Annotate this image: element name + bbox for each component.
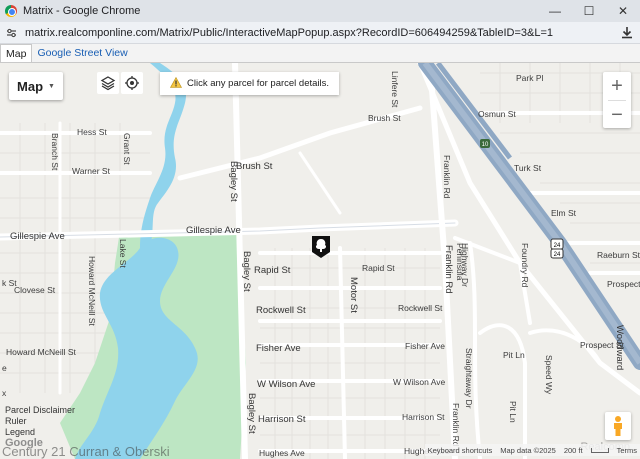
street-label: Grant St (122, 133, 132, 165)
map-type-dropdown[interactable]: Map ▼ (9, 72, 63, 100)
shield-10: 10 (482, 142, 489, 148)
street-label: Harrison St (258, 414, 306, 425)
street-label: e (2, 363, 7, 373)
street-label: Raeburn St (597, 250, 640, 260)
street-label: Gillespie Ave (10, 231, 65, 242)
address-bar: matrix.realcomponline.com/Matrix/Public/… (0, 22, 640, 44)
property-marker-icon[interactable] (311, 235, 331, 262)
locate-icon[interactable] (121, 72, 143, 94)
street-label: Branch St (50, 133, 60, 171)
street-label: Lake St (118, 239, 128, 268)
chrome-icon (5, 5, 17, 17)
site-info-icon[interactable] (5, 27, 17, 39)
map-attribution: Keyboard shortcuts Map data ©2025 200 ft… (424, 444, 640, 456)
maximize-button[interactable]: ☐ (572, 0, 606, 22)
shield-24-top: 24 (554, 243, 561, 249)
street-label: Bagley St (241, 251, 252, 292)
parcel-disclaimer-link[interactable]: Parcel Disclaimer (5, 405, 75, 416)
street-label: Bagley St (246, 393, 257, 434)
close-button[interactable]: ✕ (606, 0, 640, 22)
ruler-link[interactable]: Ruler (5, 416, 75, 427)
street-label: Motor St (348, 277, 359, 313)
street-label: Osmun St (478, 109, 516, 119)
street-label: Pit Ln (503, 350, 525, 360)
street-label: Foundry Rd (520, 243, 530, 288)
url-field[interactable]: matrix.realcomponline.com/Matrix/Public/… (25, 27, 553, 39)
street-label: Speed Wy (544, 355, 554, 395)
street-label: Woodward (614, 325, 625, 371)
map-canvas[interactable]: 10 24 24 Hess St Warner St Branch St Gra… (0, 63, 640, 459)
tab-street-view[interactable]: Google Street View (32, 44, 132, 62)
street-label: Rapid St (254, 265, 291, 276)
scale-label[interactable]: 200 ft (564, 446, 583, 455)
street-label: Gillespie Ave (186, 225, 241, 236)
street-label: Howard McNeill St (6, 347, 76, 357)
street-label: Clovese St (14, 285, 56, 295)
window-title: Matrix - Google Chrome (23, 5, 141, 17)
street-label: Harrison St (402, 412, 445, 422)
download-icon[interactable] (620, 26, 634, 40)
map-data-text: Map data ©2025 (500, 445, 556, 455)
map-type-label: Map (17, 78, 44, 94)
street-label: k St (2, 278, 17, 288)
title-bar: Matrix - Google Chrome — ☐ ✕ (0, 0, 640, 22)
street-label: Brush St (236, 161, 273, 172)
minimize-button[interactable]: — (538, 0, 572, 22)
tab-map[interactable]: Map (0, 44, 33, 62)
street-label: Fisher Ave (256, 343, 301, 354)
shield-24-bottom: 24 (554, 252, 561, 258)
zoom-out-button[interactable]: − (603, 101, 631, 129)
street-label: Hughes Ave (259, 448, 305, 458)
street-label: Warner St (72, 166, 110, 176)
street-label: Park Pl (516, 73, 544, 83)
street-label: Linfere St (390, 71, 400, 108)
street-label: Prospect (607, 279, 640, 289)
street-label: Rapid St (362, 263, 395, 273)
parcel-notice: Click any parcel for parcel details. (160, 72, 340, 95)
street-label: Rockwell St (398, 303, 443, 313)
street-label: Straightaway Dr (464, 348, 474, 409)
view-tabs: Map Google Street View (0, 44, 640, 63)
layers-icon[interactable] (97, 72, 119, 94)
street-label: W Wilson Ave (393, 377, 446, 387)
street-label: Hess St (77, 127, 107, 137)
street-label: Howard McNeill St (87, 256, 97, 326)
brokerage-watermark: Century 21 Curran & Oberski (2, 444, 170, 459)
street-label: Elm St (551, 208, 577, 218)
street-label: Franklin Rd (451, 403, 461, 447)
zoom-in-button[interactable]: + (603, 72, 631, 100)
warning-icon (169, 76, 183, 91)
street-label: Franklin Rd (442, 155, 452, 199)
window-controls: — ☐ ✕ (538, 0, 640, 22)
street-label: Fisher Ave (405, 341, 446, 351)
side-links: Parcel Disclaimer Ruler Legend (5, 405, 75, 438)
chevron-down-icon: ▼ (48, 82, 55, 90)
notice-text: Click any parcel for parcel details. (187, 78, 330, 89)
street-label: Franklin Rd (443, 245, 454, 294)
scale-bar (590, 447, 609, 453)
zoom-control: + − (603, 72, 631, 128)
pegman-icon[interactable] (605, 412, 631, 440)
street-label: Turk St (514, 163, 542, 173)
street-label: W Wilson Ave (257, 379, 316, 390)
street-label: Rockwell St (256, 305, 306, 316)
street-label: Pit Ln (508, 401, 518, 423)
keyboard-shortcuts-link[interactable]: Keyboard shortcuts (428, 446, 493, 455)
street-label: Peninsula (455, 243, 465, 281)
street-label: Brush St (368, 113, 401, 123)
terms-link[interactable]: Terms (617, 446, 637, 455)
street-label: x (2, 388, 7, 398)
